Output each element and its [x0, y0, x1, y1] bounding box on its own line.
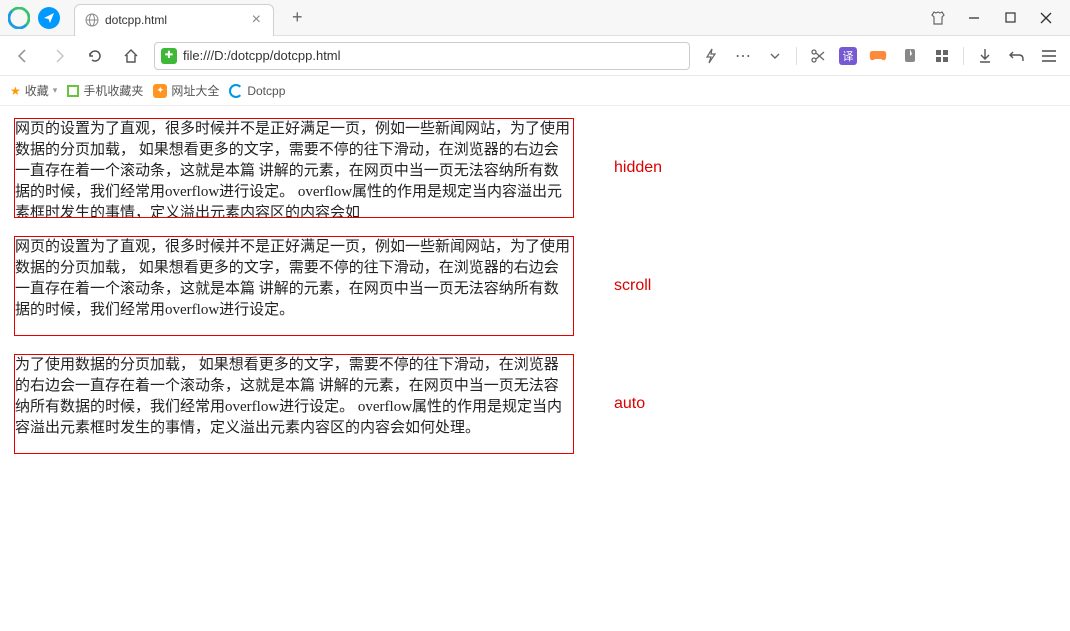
home-button[interactable] [118, 43, 144, 69]
chevron-down-icon[interactable] [764, 45, 786, 67]
overflow-hidden-box: 网页的设置为了直观，很多时候并不是正好满足一页，例如一些新闻网站，为了使用数据的… [14, 118, 574, 218]
overflow-auto-box[interactable]: 为了使用数据的分页加载， 如果想看更多的文字，需要不停的往下滑动，在浏览器的右边… [14, 354, 574, 454]
new-tab-button[interactable]: + [282, 7, 313, 28]
overflow-scroll-box[interactable]: 网页的设置为了直观，很多时候并不是正好满足一页，例如一些新闻网站，为了使用数据的… [14, 236, 574, 336]
back-button[interactable] [10, 43, 36, 69]
directory-icon: ✦ [153, 84, 167, 98]
undo-icon[interactable] [1006, 45, 1028, 67]
site-directory[interactable]: ✦ 网址大全 [153, 82, 219, 99]
browser-tab[interactable]: dotcpp.html × [74, 4, 274, 36]
bookmark-icon[interactable] [899, 45, 921, 67]
tab-title: dotcpp.html [105, 13, 250, 27]
site-dir-label: 网址大全 [171, 82, 219, 99]
lightning-icon[interactable] [700, 45, 722, 67]
url-input-box[interactable]: ✚ [154, 42, 690, 70]
favorites-button[interactable]: ★ 收藏 ▾ [10, 82, 57, 99]
download-icon[interactable] [974, 45, 996, 67]
mobile-fav-label: 手机收藏夹 [83, 82, 143, 99]
dotcpp-icon [229, 84, 243, 98]
forward-button[interactable] [46, 43, 72, 69]
close-tab-icon[interactable]: × [250, 11, 263, 29]
title-bar-left: dotcpp.html × + [0, 2, 313, 34]
url-input[interactable] [183, 48, 683, 63]
demo-row-hidden: 网页的设置为了直观，很多时候并不是正好满足一页，例如一些新闻网站，为了使用数据的… [14, 118, 1056, 218]
favorites-label: 收藏 [25, 82, 49, 99]
close-window-button[interactable] [1030, 4, 1062, 32]
window-controls [922, 4, 1070, 32]
more-icon[interactable]: ⋯ [732, 45, 754, 67]
maximize-button[interactable] [994, 4, 1026, 32]
globe-icon [85, 13, 99, 27]
menu-icon[interactable] [1038, 45, 1060, 67]
mobile-icon [67, 85, 79, 97]
apps-icon[interactable] [931, 45, 953, 67]
dropdown-icon: ▾ [53, 85, 58, 96]
mobile-favorites[interactable]: 手机收藏夹 [67, 82, 143, 99]
page-content: 网页的设置为了直观，很多时候并不是正好满足一页，例如一些新闻网站，为了使用数据的… [0, 106, 1070, 484]
minimize-button[interactable] [958, 4, 990, 32]
auto-label: auto [614, 395, 645, 413]
game-icon[interactable] [867, 45, 889, 67]
dotcpp-label: Dotcpp [247, 84, 285, 98]
demo-row-auto: 为了使用数据的分页加载， 如果想看更多的文字，需要不停的往下滑动，在浏览器的右边… [14, 354, 1056, 454]
demo-row-scroll: 网页的设置为了直观，很多时候并不是正好满足一页，例如一些新闻网站，为了使用数据的… [14, 236, 1056, 336]
dotcpp-bookmark[interactable]: Dotcpp [229, 84, 285, 98]
title-bar: dotcpp.html × + [0, 0, 1070, 36]
skin-icon[interactable] [922, 4, 954, 32]
address-bar-tools: ⋯ 译 [700, 45, 1060, 67]
separator [796, 47, 797, 65]
paper-plane-icon[interactable] [38, 7, 60, 29]
scissors-icon[interactable] [807, 45, 829, 67]
star-icon: ★ [10, 84, 21, 98]
browser-logo-icon [8, 7, 30, 29]
hidden-label: hidden [614, 159, 662, 177]
reload-button[interactable] [82, 43, 108, 69]
secure-badge-icon: ✚ [161, 48, 177, 64]
address-bar: ✚ ⋯ 译 [0, 36, 1070, 76]
scroll-label: scroll [614, 277, 651, 295]
bookmarks-bar: ★ 收藏 ▾ 手机收藏夹 ✦ 网址大全 Dotcpp [0, 76, 1070, 106]
translate-icon[interactable]: 译 [839, 47, 857, 65]
separator [963, 47, 964, 65]
